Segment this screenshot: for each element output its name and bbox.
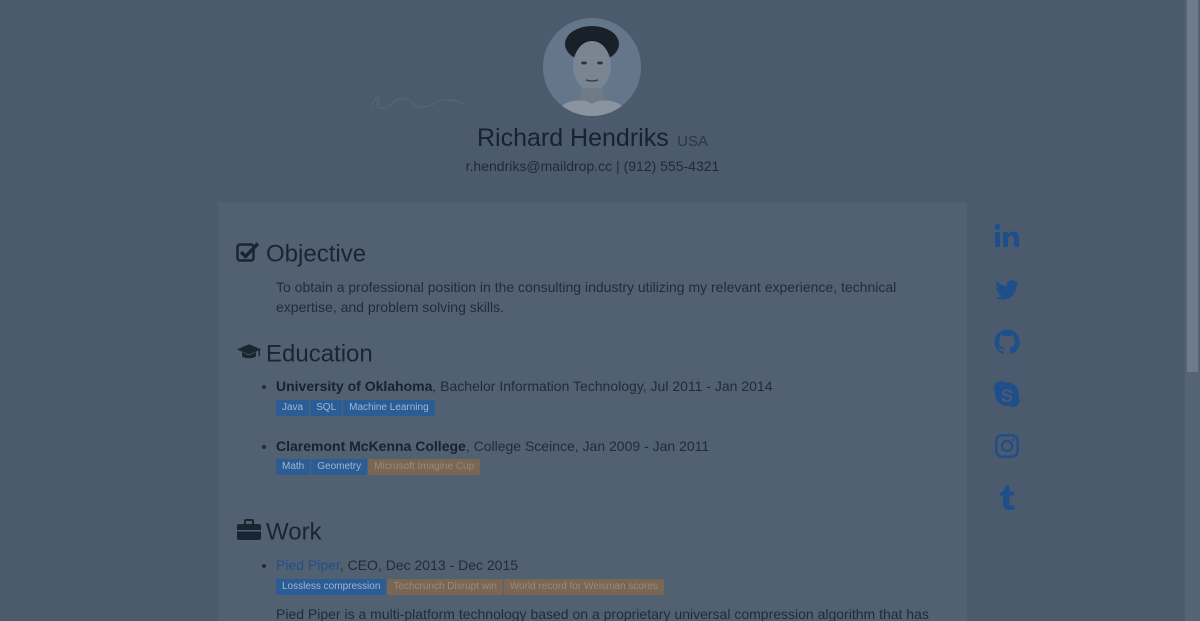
avatar [543,18,641,116]
contact-line: r.hendriks@maildrop.cc | (912) 555-4321 [0,158,1185,174]
work-details: , CEO, Dec 2013 - Dec 2015 [339,557,519,573]
education-details: , Bachelor Information Technology, Jul 2… [432,378,773,394]
objective-heading: Objective [236,240,366,269]
twitter-link[interactable] [993,276,1025,308]
twitter-icon [995,280,1019,300]
skype-icon [994,381,1020,407]
education-item: Claremont McKenna College, College Scein… [262,438,709,454]
name-line: Richard Hendriks USA [0,124,1185,153]
list-bullet [262,564,266,569]
education-org: University of Oklahoma [276,378,433,394]
skill-tag: Java [276,400,310,416]
person-name: Richard Hendriks [476,124,669,152]
skype-link[interactable] [993,380,1025,412]
profile-header: Richard Hendriks USA r.hendriks@maildrop… [0,0,1185,190]
education-heading: Education [236,340,373,369]
education-title: Education [266,340,373,368]
github-icon [994,329,1020,354]
page-scrollbar[interactable] [1185,0,1200,621]
work-description: Pied Piper is a multi-platform technolog… [276,606,929,621]
skill-tag: Machine Learning [343,400,435,416]
education-org: Claremont McKenna College [276,438,466,454]
github-link[interactable] [993,328,1025,360]
education-tags: Math Geometry Microsoft Imagine Cup [276,459,481,475]
education-details: , College Sceince, Jan 2009 - Jan 2011 [465,438,710,454]
scrollbar-thumb[interactable] [1187,0,1198,372]
linkedin-link[interactable] [993,222,1025,254]
education-item: University of Oklahoma, Bachelor Informa… [262,378,773,394]
work-org-link[interactable]: Pied Piper [276,557,340,573]
work-title: Work [266,518,322,546]
person-country: USA [677,133,709,150]
work-tags: Lossless compression Techcrunch Disrupt w… [276,579,665,595]
tumblr-icon [1000,485,1015,510]
linkedin-icon [994,224,1019,247]
work-heading: Work [236,518,322,547]
objective-text: To obtain a professional position in the… [276,279,897,315]
award-tag: Techcrunch Disrupt win [387,579,503,595]
briefcase-icon [237,519,261,540]
objective-title: Objective [266,240,367,268]
phone-number: (912) 555-4321 [623,158,720,174]
avatar-photo [543,18,641,116]
list-bullet [262,385,266,390]
checkbox-icon [236,242,260,262]
list-bullet [262,445,266,450]
education-tags: Java SQL Machine Learning [276,400,436,416]
instagram-icon [995,434,1019,458]
email-link[interactable]: r.hendriks@maildrop.cc [466,158,613,174]
work-item: Pied Piper, CEO, Dec 2013 - Dec 2015 [262,557,518,573]
skill-tag: SQL [310,400,343,416]
skill-tag: Lossless compression [276,579,387,595]
award-tag: World record for Weisman scores [503,579,664,595]
graduation-cap-icon [236,344,262,359]
tumblr-link[interactable] [993,484,1025,516]
skill-tag: Math [276,459,311,475]
award-tag: Microsoft Imagine Cup [368,459,481,475]
contact-separator: | [612,158,624,174]
instagram-link[interactable] [993,432,1025,464]
skill-tag: Geometry [311,459,368,475]
